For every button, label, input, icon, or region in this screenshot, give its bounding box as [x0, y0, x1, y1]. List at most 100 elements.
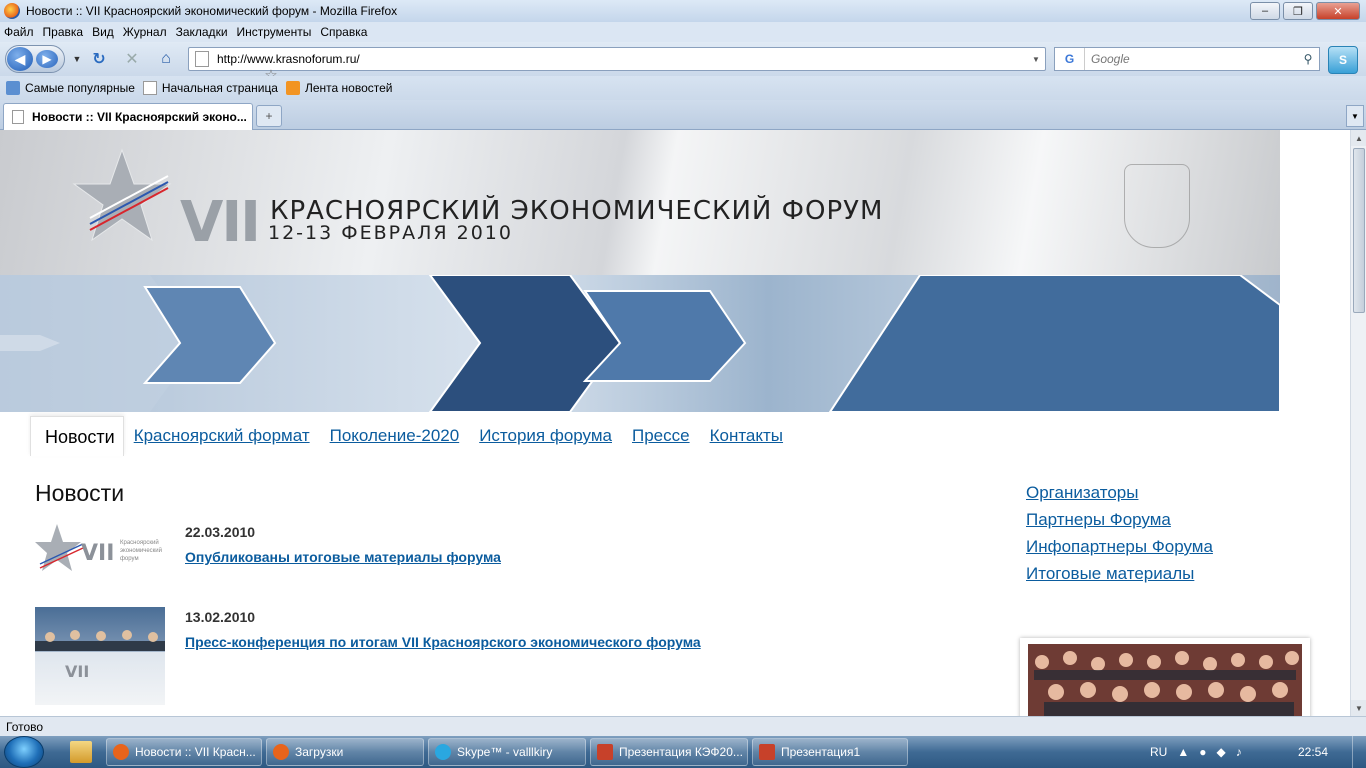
nav-link-generation-2020[interactable]: Поколение-2020	[330, 426, 460, 456]
taskbar-item-label: Презентация1	[781, 745, 861, 759]
security-icon[interactable]: ◆	[1216, 745, 1225, 759]
menu-bookmarks[interactable]: Закладки	[176, 25, 228, 39]
clock[interactable]: 22:54	[1298, 745, 1328, 759]
back-forward-group: ◀ ▶	[5, 45, 65, 73]
minimize-button[interactable]: –	[1250, 2, 1280, 20]
search-engine-icon[interactable]: G	[1055, 48, 1085, 70]
page-content: VII КРАСНОЯРСКИЙ ЭКОНОМИЧЕСКИЙ ФОРУМ 12-…	[0, 130, 1350, 716]
tab-bar: Новости :: VII Красноярский эконо... + ▼	[0, 100, 1366, 130]
network-icon[interactable]: ●	[1199, 745, 1206, 759]
start-button[interactable]	[4, 736, 44, 768]
show-hidden-icons[interactable]: ▲	[1177, 745, 1189, 759]
forum-banner: VII КРАСНОЯРСКИЙ ЭКОНОМИЧЕСКИЙ ФОРУМ 12-…	[0, 130, 1280, 275]
windows-taskbar: Новости :: VII Красн... Загрузки Skype™ …	[0, 736, 1366, 768]
svg-text:VII: VII	[65, 662, 89, 681]
language-indicator[interactable]: RU	[1150, 745, 1167, 759]
sidebar-photo[interactable]	[1020, 638, 1310, 716]
news-item: VII 13.02.2010 Пресс-конференция по итог…	[35, 607, 935, 707]
sidebar-link-final-materials[interactable]: Итоговые материалы	[1026, 564, 1213, 584]
press-conference-photo: VII	[35, 630, 165, 681]
bookmark-label: Лента новостей	[304, 81, 393, 95]
rss-icon	[285, 81, 300, 95]
taskbar-item-label: Загрузки	[295, 745, 344, 759]
close-button[interactable]: ✕	[1316, 2, 1360, 20]
navigation-toolbar: ◀ ▶ ▼ ↻ ✕ ⌂ http://www.krasnoforum.ru/ ☆…	[0, 42, 1366, 84]
forward-button[interactable]: ▶	[36, 50, 58, 68]
bookmark-label: Самые популярные	[25, 81, 135, 95]
scrollbar-thumb[interactable]	[1353, 148, 1365, 313]
reload-icon[interactable]: ↻	[90, 50, 108, 68]
maximize-button[interactable]: ❐	[1283, 2, 1313, 20]
nav-link-forum-history[interactable]: История форума	[479, 426, 612, 456]
bookmark-label: Начальная страница	[161, 81, 278, 95]
banner-dates: 12-13 ФЕВРАЛЯ 2010	[268, 222, 513, 244]
taskbar-item-presentation-kef[interactable]: Презентация КЭФ20...	[590, 738, 748, 766]
main-nav: Новости Красноярский формат Поколение-20…	[30, 412, 783, 456]
menu-tools[interactable]: Инструменты	[237, 25, 312, 39]
bookmark-news-feed[interactable]: Лента новостей	[285, 81, 393, 95]
url-text[interactable]: http://www.krasnoforum.ru/	[217, 52, 1027, 66]
nav-tab-news[interactable]: Новости	[30, 416, 124, 456]
search-input[interactable]: Google	[1085, 52, 1297, 66]
news-title-link[interactable]: Опубликованы итоговые материалы форума	[185, 549, 501, 565]
bookmarks-toolbar: Самые популярные Начальная страница Лент…	[0, 76, 1366, 100]
bookmark-most-visited[interactable]: Самые популярные	[6, 81, 135, 95]
back-button[interactable]: ◀	[7, 47, 33, 71]
bookmark-start-page[interactable]: Начальная страница	[142, 81, 278, 95]
sidebar-link-organizers[interactable]: Организаторы	[1026, 483, 1213, 503]
address-bar[interactable]: http://www.krasnoforum.ru/ ☆ ▼	[188, 47, 1046, 84]
news-title-link[interactable]: Пресс-конференция по итогам VII Краснояр…	[185, 634, 701, 650]
taskbar-item-firefox[interactable]: Новости :: VII Красн...	[106, 738, 262, 766]
stop-icon[interactable]: ✕	[123, 50, 141, 68]
forum-star-logo	[72, 148, 172, 242]
search-box[interactable]: G Google ⚲	[1054, 47, 1320, 71]
sidebar-link-info-partners[interactable]: Инфопартнеры Форума	[1026, 537, 1213, 557]
page-title: Новости	[35, 480, 125, 506]
tab-label: Новости :: VII Красноярский эконо...	[32, 110, 247, 124]
svg-text:VII: VII	[81, 541, 114, 566]
search-icon[interactable]: ⚲	[1297, 52, 1319, 66]
tab-news[interactable]: Новости :: VII Красноярский эконо...	[3, 103, 253, 130]
taskbar-item-presentation1[interactable]: Презентация1	[752, 738, 908, 766]
taskbar-item-skype[interactable]: Skype™ - valllkiry	[428, 738, 586, 766]
banner-photo-strip	[0, 274, 1281, 413]
scroll-down-icon[interactable]: ▼	[1351, 700, 1366, 716]
taskbar-item-downloads[interactable]: Загрузки	[266, 738, 424, 766]
history-dropdown-icon[interactable]: ▼	[68, 50, 86, 68]
banner-roman-numeral: VII	[180, 190, 261, 255]
news-thumbnail[interactable]: VII	[35, 607, 165, 705]
nav-link-contacts[interactable]: Контакты	[710, 426, 783, 456]
nav-link-press[interactable]: Прессе	[632, 426, 690, 456]
explorer-icon[interactable]	[70, 741, 92, 763]
status-bar: Готово	[0, 716, 1366, 736]
window-title: Новости :: VII Красноярский экономически…	[26, 4, 398, 18]
page-icon	[195, 51, 209, 67]
sidebar-links: Организаторы Партнеры Форума Инфопартнер…	[1026, 483, 1213, 591]
menu-view[interactable]: Вид	[92, 25, 114, 39]
page-icon	[142, 81, 157, 95]
taskbar-item-label: Презентация КЭФ20...	[619, 745, 743, 759]
audience-photo	[1028, 644, 1302, 716]
news-date: 22.03.2010	[185, 524, 256, 540]
menu-file[interactable]: Файл	[4, 25, 34, 39]
menu-history[interactable]: Журнал	[123, 25, 167, 39]
menu-help[interactable]: Справка	[320, 25, 367, 39]
skype-toolbar-icon[interactable]: S	[1328, 46, 1358, 74]
volume-icon[interactable]: ♪	[1236, 745, 1242, 759]
home-icon[interactable]: ⌂	[157, 50, 175, 68]
url-dropdown-icon[interactable]: ▼	[1027, 55, 1045, 64]
news-thumbnail[interactable]: VII Красноярский экономический форум	[35, 522, 165, 578]
show-desktop-button[interactable]	[1352, 736, 1366, 768]
window-titlebar: Новости :: VII Красноярский экономически…	[0, 0, 1366, 22]
status-text: Готово	[6, 719, 44, 734]
list-all-tabs-icon[interactable]: ▼	[1346, 105, 1364, 127]
nav-link-krasnoyarsk-format[interactable]: Красноярский формат	[134, 426, 310, 456]
sidebar-link-partners[interactable]: Партнеры Форума	[1026, 510, 1213, 530]
firefox-icon	[113, 744, 129, 760]
new-tab-button[interactable]: +	[256, 105, 282, 127]
page-scrollbar[interactable]: ▲ ▼	[1350, 130, 1366, 716]
firefox-icon	[4, 3, 20, 19]
menu-bar: Файл Правка Вид Журнал Закладки Инструме…	[0, 22, 1366, 42]
scroll-up-icon[interactable]: ▲	[1351, 130, 1366, 146]
menu-edit[interactable]: Правка	[43, 25, 84, 39]
